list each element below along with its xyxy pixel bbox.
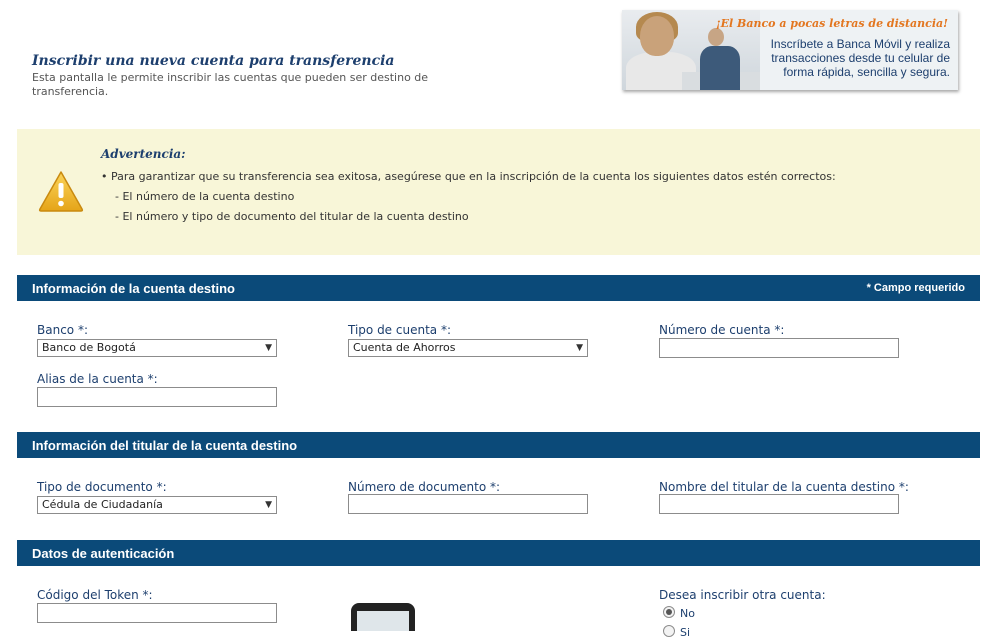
holder-name-label: Nombre del titular de la cuenta destino … [659, 480, 909, 494]
doc-number-label: Número de documento *: [348, 480, 501, 494]
promo-line: forma rápida, sencilla y segura. [783, 65, 950, 79]
warning-triangle-icon [37, 169, 85, 217]
promo-body: Inscríbete a Banca Móvil y realiza trans… [760, 37, 950, 79]
page-title: Inscribir una nueva cuenta para transfer… [32, 53, 395, 69]
required-note: * Campo requerido [866, 282, 965, 294]
doc-type-label: Tipo de documento *: [37, 480, 167, 494]
banca-movil-promo-banner[interactable]: ¡El Banco a pocas letras de distancia! I… [622, 10, 958, 90]
warning-item: - El número de la cuenta destino [115, 190, 295, 203]
account-type-select[interactable]: Cuenta de Ahorros ▼ [348, 339, 588, 357]
warning-bullet-text: Para garantizar que su transferencia sea… [111, 170, 836, 183]
warning-bullet: • Para garantizar que su transferencia s… [101, 170, 836, 183]
doc-number-input[interactable] [348, 494, 588, 514]
token-label: Código del Token *: [37, 588, 153, 602]
token-device-icon [351, 603, 415, 631]
token-input[interactable] [37, 603, 277, 623]
doc-type-select[interactable]: Cédula de Ciudadanía ▼ [37, 496, 277, 514]
section-header-account: Información de la cuenta destino * Campo… [17, 275, 980, 301]
another-account-label: Desea inscribir otra cuenta: [659, 588, 826, 602]
section-header-auth: Datos de autenticación [17, 540, 980, 566]
alias-label: Alias de la cuenta *: [37, 372, 158, 386]
dropdown-arrow-icon: ▼ [265, 343, 272, 353]
dropdown-arrow-icon: ▼ [576, 343, 583, 353]
promo-headline: ¡El Banco a pocas letras de distancia! [715, 17, 948, 30]
account-number-label: Número de cuenta *: [659, 323, 785, 337]
page-description: Esta pantalla le permite inscribir las c… [32, 71, 429, 98]
warning-title: Advertencia: [101, 147, 186, 161]
doc-type-select-value: Cédula de Ciudadanía [42, 498, 163, 511]
warning-box: Advertencia: • Para garantizar que su tr… [17, 129, 980, 255]
alias-input[interactable] [37, 387, 277, 407]
section-title: Datos de autenticación [32, 546, 175, 561]
section-title: Información del titular de la cuenta des… [32, 438, 298, 453]
promo-line: transacciones desde tu celular de [771, 51, 950, 65]
bank-select-value: Banco de Bogotá [42, 341, 136, 354]
holder-name-input[interactable] [659, 494, 899, 514]
account-type-select-value: Cuenta de Ahorros [353, 341, 456, 354]
radio-yes[interactable] [663, 625, 675, 637]
warning-item: - El número y tipo de documento del titu… [115, 210, 469, 223]
bank-label: Banco *: [37, 323, 88, 337]
radio-no[interactable] [663, 606, 675, 618]
promo-line: Inscríbete a Banca Móvil y realiza [770, 37, 950, 51]
dropdown-arrow-icon: ▼ [265, 500, 272, 510]
radio-no-label: No [680, 607, 695, 620]
bank-select[interactable]: Banco de Bogotá ▼ [37, 339, 277, 357]
account-type-label: Tipo de cuenta *: [348, 323, 451, 337]
section-title: Información de la cuenta destino [32, 281, 235, 296]
account-number-input[interactable] [659, 338, 899, 358]
section-header-holder: Información del titular de la cuenta des… [17, 432, 980, 458]
radio-yes-label: Si [680, 626, 691, 639]
